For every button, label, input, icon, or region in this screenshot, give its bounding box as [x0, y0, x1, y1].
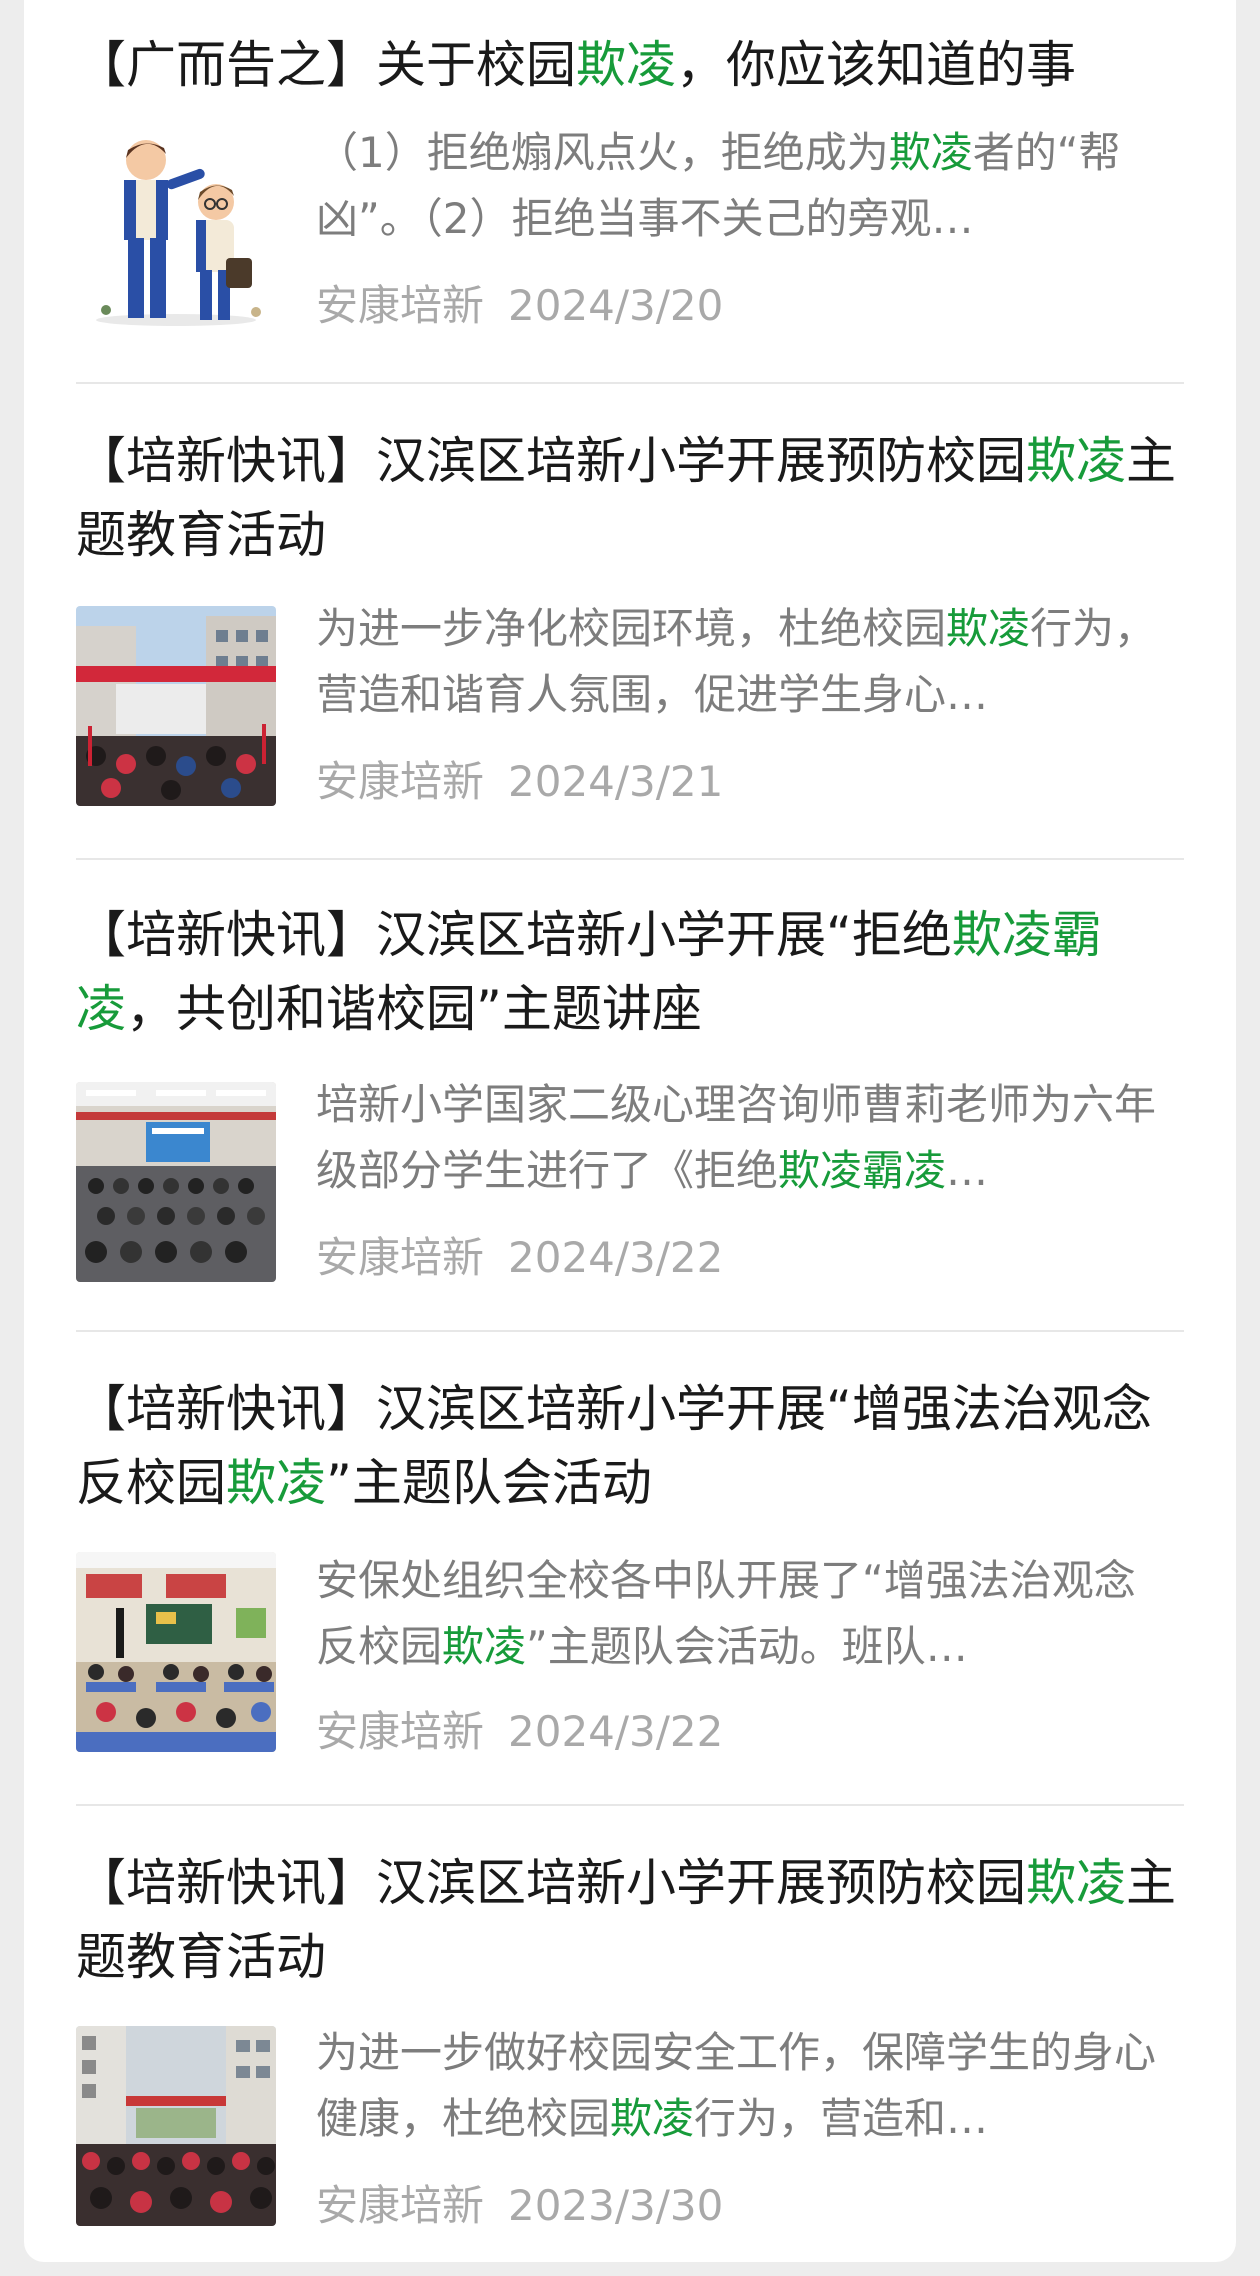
school-assembly-photo: [76, 2026, 276, 2226]
article-summary: 培新小学国家二级心理咨询师曹莉老师为六年级部分学生进行了《拒绝欺凌霸凌…: [316, 1080, 1157, 1195]
article-meta: 安康培新 2024/3/22: [316, 1228, 723, 1288]
article-item[interactable]: 【培新快讯】汉滨区培新小学开展预防校园欺凌主题教育活动: [76, 424, 1184, 860]
bullying-illustration-image: [76, 130, 276, 330]
article-thumbnail[interactable]: [76, 606, 276, 806]
article-title[interactable]: 【广而告之】关于校园欺凌，你应该知道的事: [76, 28, 1184, 102]
article-item[interactable]: 【培新快讯】汉滨区培新小学开展“拒绝欺凌霸凌，共创和谐校园”主题讲座 培新小学国…: [76, 898, 1184, 1334]
article-title[interactable]: 【培新快讯】汉滨区培新小学开展预防校园欺凌主题教育活动: [76, 424, 1184, 572]
article-title[interactable]: 【培新快讯】汉滨区培新小学开展“增强法治观念 反校园欺凌”主题队会活动: [76, 1372, 1184, 1520]
article-meta: 安康培新 2024/3/22: [316, 1702, 723, 1762]
article-date: 2024/3/21: [508, 757, 724, 806]
keyword-highlight: 欺凌: [1026, 1854, 1126, 1912]
article-title[interactable]: 【培新快讯】汉滨区培新小学开展预防校园欺凌主题教育活动: [76, 1846, 1184, 1994]
article-source: 安康培新: [316, 757, 485, 806]
article-source: 安康培新: [316, 2181, 485, 2230]
article-meta: 安康培新 2023/3/30: [316, 2176, 723, 2236]
article-meta: 安康培新 2024/3/21: [316, 752, 723, 812]
article-list-card: 【广而告之】关于校园欺凌，你应该知道的事 （1）拒绝煽风点火，拒绝成为欺凌者的“…: [24, 0, 1236, 2262]
article-date: 2024/3/20: [508, 281, 724, 330]
article-summary: 为进一步净化校园环境，杜绝校园欺凌行为，营造和谐育人氛围，促进学生身心…: [316, 604, 1157, 719]
article-summary: 安保处组织全校各中队开展了“增强法治观念 反校园欺凌”主题队会活动。班队…: [316, 1556, 1136, 1671]
article-summary: （1）拒绝煽风点火，拒绝成为欺凌者的“帮凶”。（2）拒绝当事不关己的旁观…: [316, 128, 1121, 243]
article-thumbnail[interactable]: [76, 1552, 276, 1752]
divider: [76, 1330, 1184, 1332]
keyword-highlight: 欺凌: [1026, 432, 1126, 490]
lecture-hall-photo: [76, 1082, 276, 1282]
divider: [76, 1804, 1184, 1806]
article-item[interactable]: 【培新快讯】汉滨区培新小学开展预防校园欺凌主题教育活动: [76, 1846, 1184, 2246]
article-summary: 为进一步做好校园安全工作，保障学生的身心健康，杜绝校园欺凌行为，营造和…: [316, 2028, 1157, 2143]
article-thumbnail[interactable]: [76, 2026, 276, 2226]
article-thumbnail[interactable]: [76, 130, 276, 330]
article-title[interactable]: 【培新快讯】汉滨区培新小学开展“拒绝欺凌霸凌，共创和谐校园”主题讲座: [76, 898, 1184, 1046]
article-date: 2024/3/22: [508, 1233, 724, 1282]
article-source: 安康培新: [316, 281, 485, 330]
article-item[interactable]: 【培新快讯】汉滨区培新小学开展“增强法治观念 反校园欺凌”主题队会活动 安保处组…: [76, 1372, 1184, 1808]
classroom-photo: [76, 1552, 276, 1752]
divider: [76, 382, 1184, 384]
keyword-highlight: 欺凌: [226, 1454, 326, 1512]
school-event-photo: [76, 606, 276, 806]
divider: [76, 858, 1184, 860]
article-date: 2024/3/22: [508, 1707, 724, 1756]
article-date: 2023/3/30: [508, 2181, 724, 2230]
article-item[interactable]: 【广而告之】关于校园欺凌，你应该知道的事 （1）拒绝煽风点火，拒绝成为欺凌者的“…: [76, 28, 1184, 384]
article-meta: 安康培新 2024/3/20: [316, 276, 723, 336]
article-source: 安康培新: [316, 1233, 485, 1282]
article-thumbnail[interactable]: [76, 1082, 276, 1282]
keyword-highlight: 欺凌: [576, 36, 676, 94]
article-source: 安康培新: [316, 1707, 485, 1756]
